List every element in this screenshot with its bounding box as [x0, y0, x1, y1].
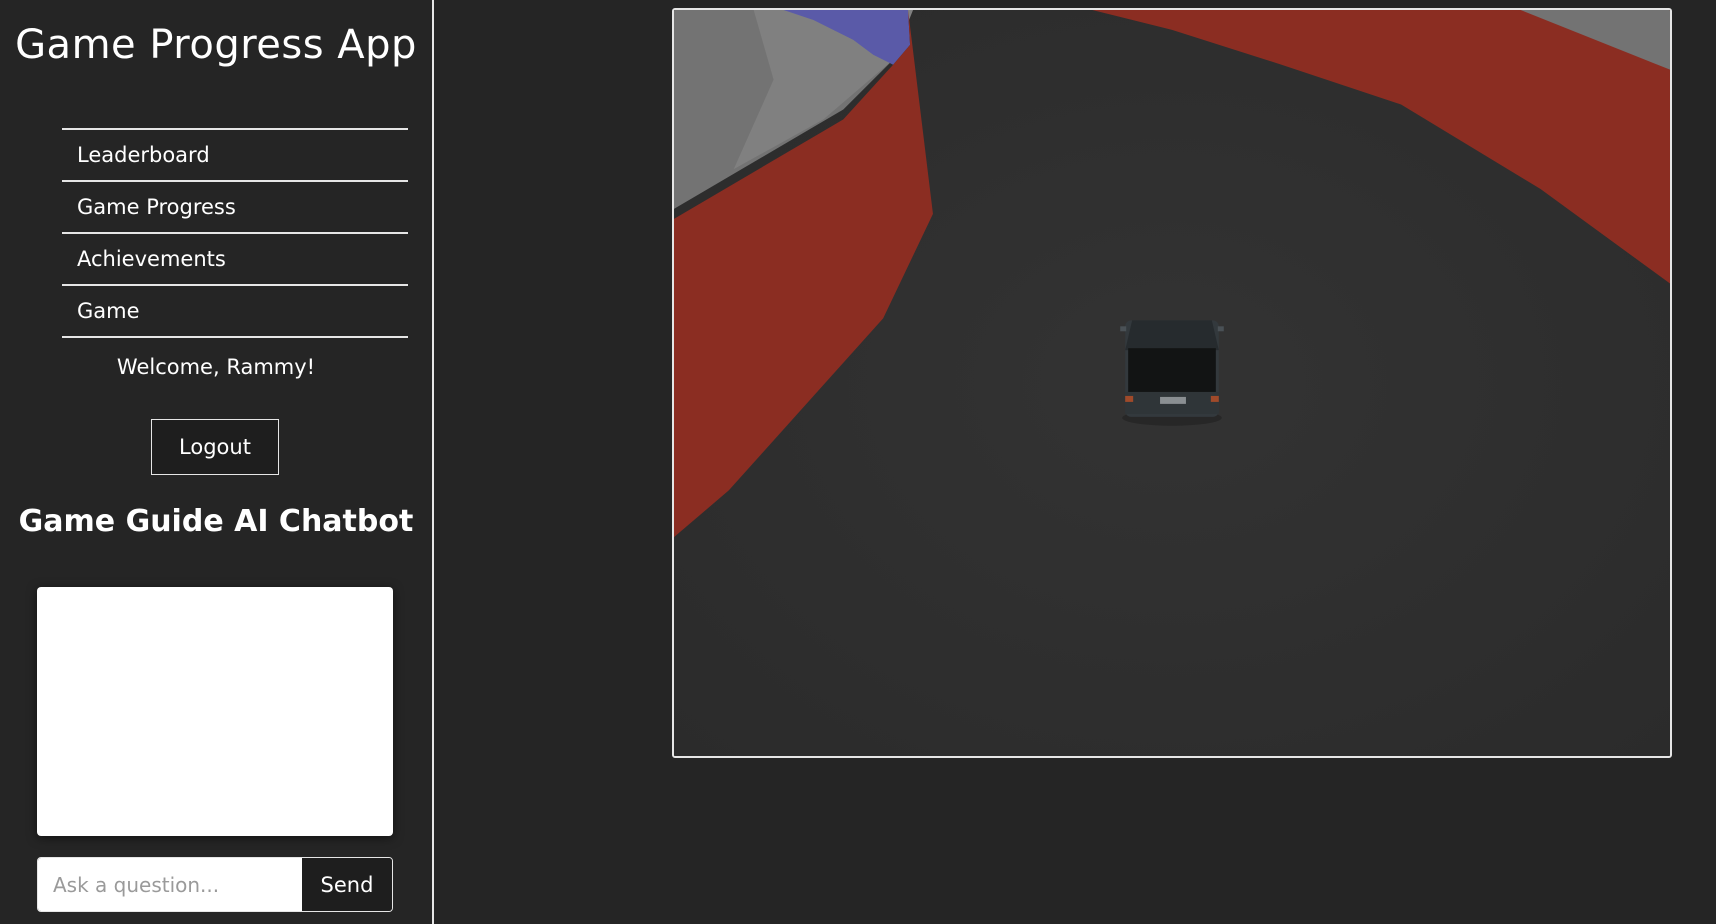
nav-item-achievements[interactable]: Achievements: [62, 234, 408, 286]
chatbot-title: Game Guide AI Chatbot: [18, 504, 414, 539]
main-nav: Leaderboard Game Progress Achievements G…: [62, 128, 408, 338]
nav-item-game-progress[interactable]: Game Progress: [62, 182, 408, 234]
app-root: Game Progress App Leaderboard Game Progr…: [0, 0, 1716, 924]
chatbot-input-form: Send: [37, 857, 393, 912]
welcome-message: Welcome, Rammy!: [116, 355, 316, 379]
chatbot-question-input[interactable]: [38, 858, 302, 911]
logout-button[interactable]: Logout: [151, 419, 279, 475]
nav-item-leaderboard[interactable]: Leaderboard: [62, 130, 408, 182]
send-button[interactable]: Send: [302, 858, 392, 911]
game-scene: [674, 10, 1670, 756]
player-car: [1120, 320, 1224, 426]
app-title: Game Progress App: [15, 22, 417, 68]
chatbot-messages-area[interactable]: [37, 587, 393, 836]
sidebar: Game Progress App Leaderboard Game Progr…: [0, 0, 434, 924]
game-canvas[interactable]: [672, 8, 1672, 758]
nav-item-game[interactable]: Game: [62, 286, 408, 338]
